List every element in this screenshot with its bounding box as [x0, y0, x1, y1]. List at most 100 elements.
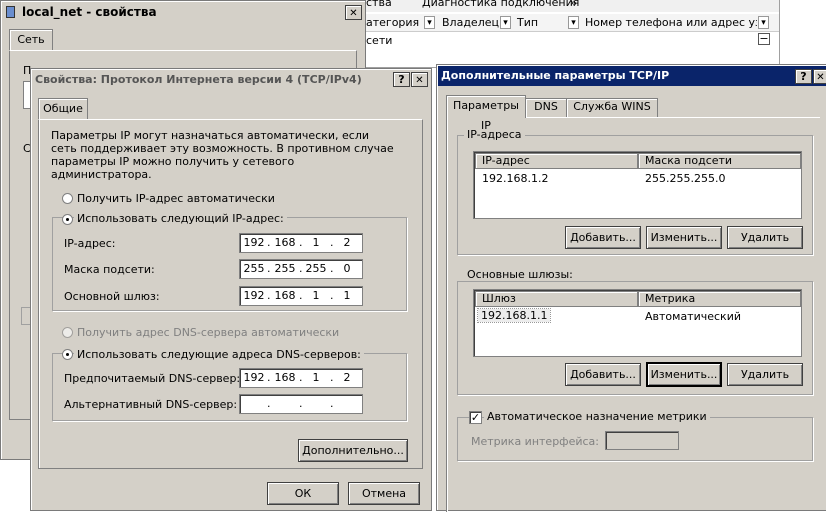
- table-row[interactable]: 192.168.1.1 Автоматический: [475, 308, 801, 324]
- title-bar: Свойства: Протокол Интернета версии 4 (T…: [32, 70, 430, 89]
- octet-1: 255: [243, 262, 265, 275]
- preferred-dns-label: Предпочитаемый DNS-сервер:: [64, 372, 241, 385]
- dot-sep: .: [267, 289, 271, 302]
- check-icon: ✓: [470, 411, 481, 424]
- tab-network[interactable]: Сеть: [9, 29, 53, 51]
- column-label: IP-адрес: [482, 154, 530, 167]
- tab-wins[interactable]: Служба WINS: [566, 98, 658, 117]
- column-header-phone[interactable]: Номер телефона или адрес узла: [585, 14, 757, 32]
- description-text: Параметры IP могут назначаться автоматич…: [51, 129, 394, 181]
- delete-ip-button[interactable]: Удалить: [727, 226, 803, 249]
- more-chevron-icon[interactable]: »: [570, 0, 577, 8]
- title-bar: Дополнительные параметры TCP/IP ? ✕: [438, 66, 826, 86]
- window-title: Свойства: Протокол Интернета версии 4 (T…: [35, 73, 362, 86]
- collapse-group-icon[interactable]: −: [758, 33, 770, 45]
- close-icon[interactable]: ✕: [345, 5, 362, 20]
- tab-ip-settings[interactable]: Параметры IP: [446, 95, 526, 132]
- radio-manual-ip-label: Использовать следующий IP-адрес:: [74, 212, 287, 225]
- title-bar: local_net - свойства ✕: [2, 2, 364, 22]
- help-icon[interactable]: ?: [795, 69, 812, 84]
- octet-1: 192: [243, 371, 265, 384]
- column-header-bar: атегория сети ▾ Владелец ▾ Тип ▾ Номер т…: [360, 14, 779, 47]
- dropdown-icon[interactable]: ▾: [568, 16, 579, 29]
- column-header-owner[interactable]: Владелец: [442, 14, 502, 32]
- interface-metric-label: Метрика интерфейса:: [471, 435, 599, 448]
- dot-sep: .: [299, 262, 303, 275]
- edit-ip-button[interactable]: Изменить...: [646, 226, 722, 249]
- close-glyph: ✕: [349, 8, 358, 19]
- edit-gateway-button[interactable]: Изменить...: [647, 363, 721, 386]
- ok-button[interactable]: ОК: [267, 482, 339, 505]
- column-label: Номер телефона или адрес узла: [585, 16, 757, 29]
- gateway-cell: 192.168.1.1: [476, 308, 552, 323]
- ip-address-input[interactable]: 192. 168. 1. 2: [239, 233, 363, 253]
- octet-2: 255: [274, 262, 296, 275]
- help-icon[interactable]: ?: [393, 72, 410, 87]
- radio-auto-ip[interactable]: [62, 193, 73, 204]
- subnet-mask-label: Маска подсети:: [64, 263, 155, 276]
- radio-manual-dns[interactable]: [62, 349, 73, 360]
- advanced-button[interactable]: Дополнительно...: [298, 439, 408, 462]
- octet-4: 2: [343, 236, 351, 249]
- close-icon[interactable]: ✕: [411, 72, 428, 87]
- dropdown-icon[interactable]: ▾: [500, 16, 511, 29]
- octet-1: 192: [243, 289, 265, 302]
- column-label: Тип: [517, 16, 539, 29]
- tab-label: Служба WINS: [573, 100, 651, 113]
- column-header-mask[interactable]: Маска подсети: [638, 153, 801, 169]
- tab-label: Общие: [43, 102, 83, 115]
- dropdown-glyph: ▾: [503, 18, 508, 28]
- gateway-list[interactable]: Шлюз Метрика 192.168.1.1 Автоматический: [473, 289, 802, 357]
- gateways-group-label: Основные шлюзы:: [464, 268, 576, 281]
- dot-sep: .: [299, 289, 303, 302]
- explorer-window: ства Диагностика подключения » атегория …: [360, 0, 780, 68]
- column-label: Маска подсети: [645, 154, 733, 167]
- octet-2: 168: [274, 371, 296, 384]
- alternate-dns-input[interactable]: . . .: [239, 394, 363, 414]
- add-ip-button[interactable]: Добавить...: [565, 226, 641, 249]
- diagnose-connection-link[interactable]: Диагностика подключения: [422, 0, 579, 8]
- window-title: local_net - свойства: [22, 5, 157, 19]
- table-row[interactable]: 192.168.1.2 255.255.255.0: [475, 171, 801, 186]
- octet-3: 1: [312, 236, 320, 249]
- close-icon[interactable]: ✕: [813, 69, 826, 84]
- add-gateway-button[interactable]: Добавить...: [565, 363, 641, 386]
- dropdown-icon[interactable]: ▾: [424, 16, 435, 29]
- window-title: Дополнительные параметры TCP/IP: [441, 69, 670, 82]
- delete-gateway-button[interactable]: Удалить: [727, 363, 803, 386]
- interface-metric-input[interactable]: [605, 431, 679, 450]
- default-gateway-input[interactable]: 192. 168. 1. 1: [239, 286, 363, 306]
- radio-manual-ip[interactable]: [62, 214, 73, 225]
- preferred-dns-input[interactable]: 192. 168. 1. 2: [239, 368, 363, 388]
- column-header-ip[interactable]: IP-адрес: [475, 153, 638, 169]
- ip-address-list[interactable]: IP-адрес Маска подсети 192.168.1.2 255.2…: [473, 151, 802, 219]
- default-gateway-label: Основной шлюз:: [64, 290, 160, 303]
- column-header-metric[interactable]: Метрика: [638, 291, 801, 307]
- radio-auto-dns[interactable]: [62, 327, 73, 338]
- dot-sep: .: [267, 236, 271, 249]
- octet-3: 1: [312, 289, 320, 302]
- ipv4-properties-dialog: Свойства: Протокол Интернета версии 4 (T…: [30, 68, 432, 511]
- tab-general[interactable]: Общие: [38, 98, 88, 120]
- tab-dns[interactable]: DNS: [525, 98, 567, 117]
- dropdown-icon[interactable]: ▾: [758, 16, 769, 29]
- auto-metric-checkbox[interactable]: ✓: [469, 411, 482, 424]
- octet-2: 168: [274, 236, 296, 249]
- column-label: Владелец: [442, 16, 499, 29]
- dot-sep: .: [267, 397, 271, 410]
- dot-sep: .: [330, 236, 334, 249]
- octet-2: 168: [274, 289, 296, 302]
- dropdown-glyph: ▾: [571, 18, 576, 28]
- octet-4: 1: [343, 289, 351, 302]
- tab-label: Сеть: [17, 33, 45, 46]
- dot-sep: .: [330, 289, 334, 302]
- dot-sep: .: [267, 262, 271, 275]
- subnet-mask-input[interactable]: 255. 255. 255. 0: [239, 259, 363, 279]
- radio-auto-ip-label: Получить IP-адрес автоматически: [77, 192, 275, 205]
- metric-cell: Автоматический: [645, 310, 741, 323]
- column-header-type[interactable]: Тип: [517, 14, 557, 32]
- column-header-gateway[interactable]: Шлюз: [475, 291, 638, 307]
- octet-4: 0: [343, 262, 351, 275]
- cancel-button[interactable]: Отмена: [348, 482, 420, 505]
- network-icon: [6, 6, 15, 18]
